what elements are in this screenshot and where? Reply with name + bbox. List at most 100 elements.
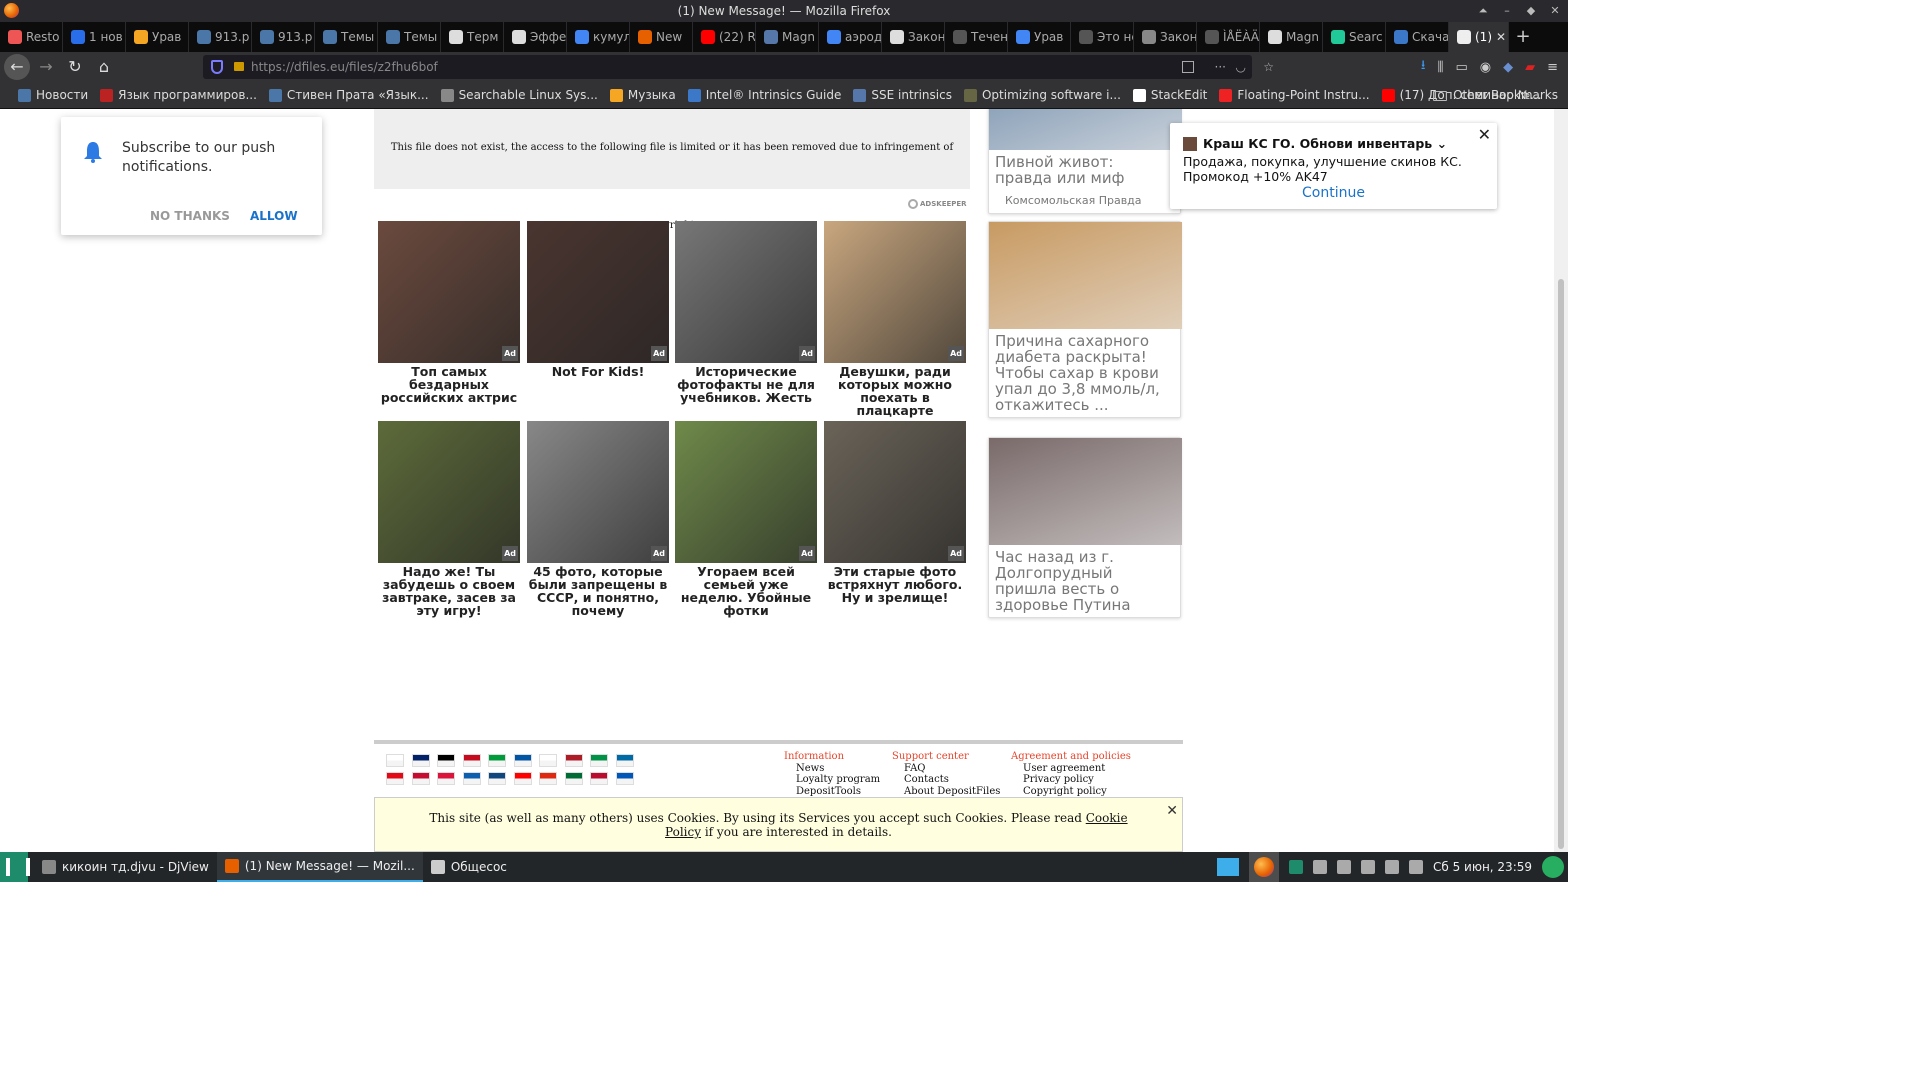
tab[interactable]: Закон — [882, 22, 945, 52]
clipboard-icon[interactable] — [1385, 860, 1399, 874]
language-flag-icon[interactable] — [564, 772, 583, 785]
ad-caption[interactable]: Эти старые фото встряхнут любого. Ну и з… — [824, 565, 966, 604]
language-flag-icon[interactable] — [411, 754, 430, 767]
side-ad-card[interactable]: Час назад из г. Долгопрудный пришла вест… — [988, 437, 1182, 618]
bookmark-item[interactable]: Floating-Point Instru... — [1213, 88, 1375, 102]
clock[interactable]: Сб 5 июн, 23:59 — [1433, 860, 1532, 874]
ad-tile[interactable]: Ad Not For Kids! — [527, 221, 669, 378]
language-flag-icon[interactable] — [386, 754, 404, 767]
application-launcher-icon[interactable] — [0, 852, 30, 882]
menu-icon[interactable]: ≡ — [1547, 60, 1558, 75]
promo-notification[interactable]: Краш КС ГО. Обнови инвентарь ⌄ Продажа, … — [1170, 123, 1497, 209]
firefox-task-icon[interactable] — [1249, 852, 1279, 882]
bookmark-item[interactable]: SSE intrinsics — [847, 88, 958, 102]
library-icon[interactable]: ⫼ — [1437, 60, 1443, 75]
side-ad-image[interactable] — [989, 438, 1182, 545]
ad-caption[interactable]: Девушки, ради которых можно поехать в пл… — [824, 365, 966, 417]
footer-link-contacts[interactable]: Contacts — [892, 774, 1000, 786]
ad-tile[interactable]: Ad Эти старые фото встряхнут любого. Ну и… — [824, 421, 966, 604]
bookmark-star-icon[interactable]: ☆ — [1263, 55, 1274, 79]
taskbar-item[interactable]: кикоин тд.djvu - DjView — [34, 852, 217, 882]
home-button[interactable]: ⌂ — [91, 54, 117, 80]
adskeeper-logo[interactable]: ADSKEEPER — [908, 199, 967, 209]
sidebar-icon[interactable]: ▭ — [1455, 60, 1467, 75]
tab[interactable]: New — [630, 22, 693, 52]
page-actions-icon[interactable]: ··· — [1215, 55, 1226, 79]
no-thanks-button[interactable]: NO THANKS — [150, 209, 230, 223]
language-flag-icon[interactable] — [590, 772, 608, 785]
side-ad-image[interactable] — [989, 222, 1182, 329]
language-flag-icon[interactable] — [539, 754, 557, 767]
tab[interactable]: 1 нов — [63, 22, 126, 52]
language-flag-icon[interactable] — [564, 754, 583, 767]
tab[interactable]: 913.p — [189, 22, 252, 52]
network-icon[interactable] — [1313, 860, 1327, 874]
side-ad-image[interactable] — [989, 109, 1182, 150]
bookmark-item[interactable]: Стивен Прата «Язык... — [263, 88, 435, 102]
allow-button[interactable]: ALLOW — [250, 209, 298, 223]
ad-caption[interactable]: Исторические фотофакты не для учебников.… — [675, 365, 817, 404]
url-bar[interactable]: https://dfiles.eu/files/z2fhu6bof ··· ◡ … — [203, 55, 1274, 79]
language-flag-icon[interactable] — [615, 772, 634, 785]
other-bookmarks[interactable]: Other Bookmarks — [1433, 82, 1558, 109]
extension-icon[interactable]: ◆ — [1503, 60, 1513, 75]
tab[interactable]: Magn — [756, 22, 819, 52]
taskbar-item[interactable]: Общесос — [423, 852, 515, 882]
tab[interactable]: Закон — [1134, 22, 1197, 52]
ad-tile[interactable]: Ad Надо же! Ты забудешь о своем завтраке,… — [378, 421, 520, 617]
account-icon[interactable]: ◉ — [1480, 60, 1491, 75]
bookmark-item[interactable]: Язык программиров... — [94, 88, 263, 102]
tab[interactable]: аэрод — [819, 22, 882, 52]
footer-link-user-agreement[interactable]: User agreement — [1011, 763, 1131, 775]
ad-tile[interactable]: Ad Угораем всей семьей уже неделю. Убойны… — [675, 421, 817, 617]
continue-link[interactable]: Continue — [1170, 185, 1497, 201]
language-flag-icon[interactable] — [386, 772, 404, 785]
language-flag-icon[interactable] — [411, 772, 430, 785]
tab[interactable]: (22) R — [693, 22, 756, 52]
ad-caption[interactable]: Not For Kids! — [527, 365, 669, 378]
tab[interactable]: Течение — [945, 22, 1008, 52]
bookmark-item[interactable]: Searchable Linux Sys... — [435, 88, 604, 102]
back-button[interactable]: ← — [4, 54, 30, 80]
page-scrollbar[interactable] — [1554, 109, 1568, 852]
reload-button[interactable]: ↻ — [62, 54, 88, 80]
lock-icon[interactable] — [234, 62, 244, 71]
volume-muted-icon[interactable] — [1409, 860, 1423, 874]
ad-image[interactable]: Ad — [378, 221, 520, 363]
close-icon[interactable]: ✕ — [1478, 125, 1491, 144]
tab[interactable]: Resto — [0, 22, 63, 52]
side-ad-text[interactable]: Час назад из г. Долгопрудный пришла вест… — [989, 545, 1180, 617]
ad-caption[interactable]: Топ самых бездарных российских актрис — [378, 365, 520, 404]
footer-link-about[interactable]: About DepositFiles — [892, 786, 1000, 798]
tab[interactable]: Searc — [1323, 22, 1386, 52]
reader-view-icon[interactable] — [1182, 61, 1194, 73]
tab[interactable]: 913.p — [252, 22, 315, 52]
tab-active[interactable]: (1) ✕ — [1449, 22, 1509, 52]
tray-app-icon[interactable] — [1289, 860, 1303, 874]
tracking-protection-icon[interactable] — [211, 60, 223, 74]
close-window-button[interactable]: ✕ — [1548, 0, 1562, 22]
downloads-icon[interactable]: ⭳ — [1421, 56, 1426, 78]
language-flag-icon[interactable] — [539, 772, 557, 785]
footer-link-deposittools[interactable]: DepositTools — [784, 786, 880, 798]
tab[interactable]: Терм — [441, 22, 504, 52]
language-flag-icon[interactable] — [590, 754, 608, 767]
footer-link-privacy[interactable]: Privacy policy — [1011, 774, 1131, 786]
extension-red-icon[interactable]: ▰ — [1525, 60, 1535, 75]
tab[interactable]: Урав — [1008, 22, 1071, 52]
update-icon[interactable] — [1542, 856, 1564, 878]
tab[interactable]: Magn — [1260, 22, 1323, 52]
tab[interactable]: кумул — [567, 22, 630, 52]
bookmark-item[interactable]: Музыка — [604, 88, 682, 102]
bookmark-item[interactable]: StackEdit — [1127, 88, 1213, 102]
shield-icon[interactable] — [1361, 860, 1375, 874]
footer-link-copyright[interactable]: Copyright policy — [1011, 786, 1131, 798]
ad-image[interactable]: Ad — [824, 221, 966, 363]
side-ad-text[interactable]: Пивной живот: правда или миф — [989, 150, 1180, 190]
footer-link-news[interactable]: News — [784, 763, 880, 775]
language-flag-icon[interactable] — [462, 772, 481, 785]
bookmark-item[interactable]: Новости — [12, 88, 94, 102]
ad-image[interactable]: Ad — [527, 221, 669, 363]
side-ad-card[interactable]: Пивной живот: правда или миф Комсомольска… — [988, 109, 1182, 214]
bookmark-item[interactable]: Intel® Intrinsics Guide — [682, 88, 848, 102]
